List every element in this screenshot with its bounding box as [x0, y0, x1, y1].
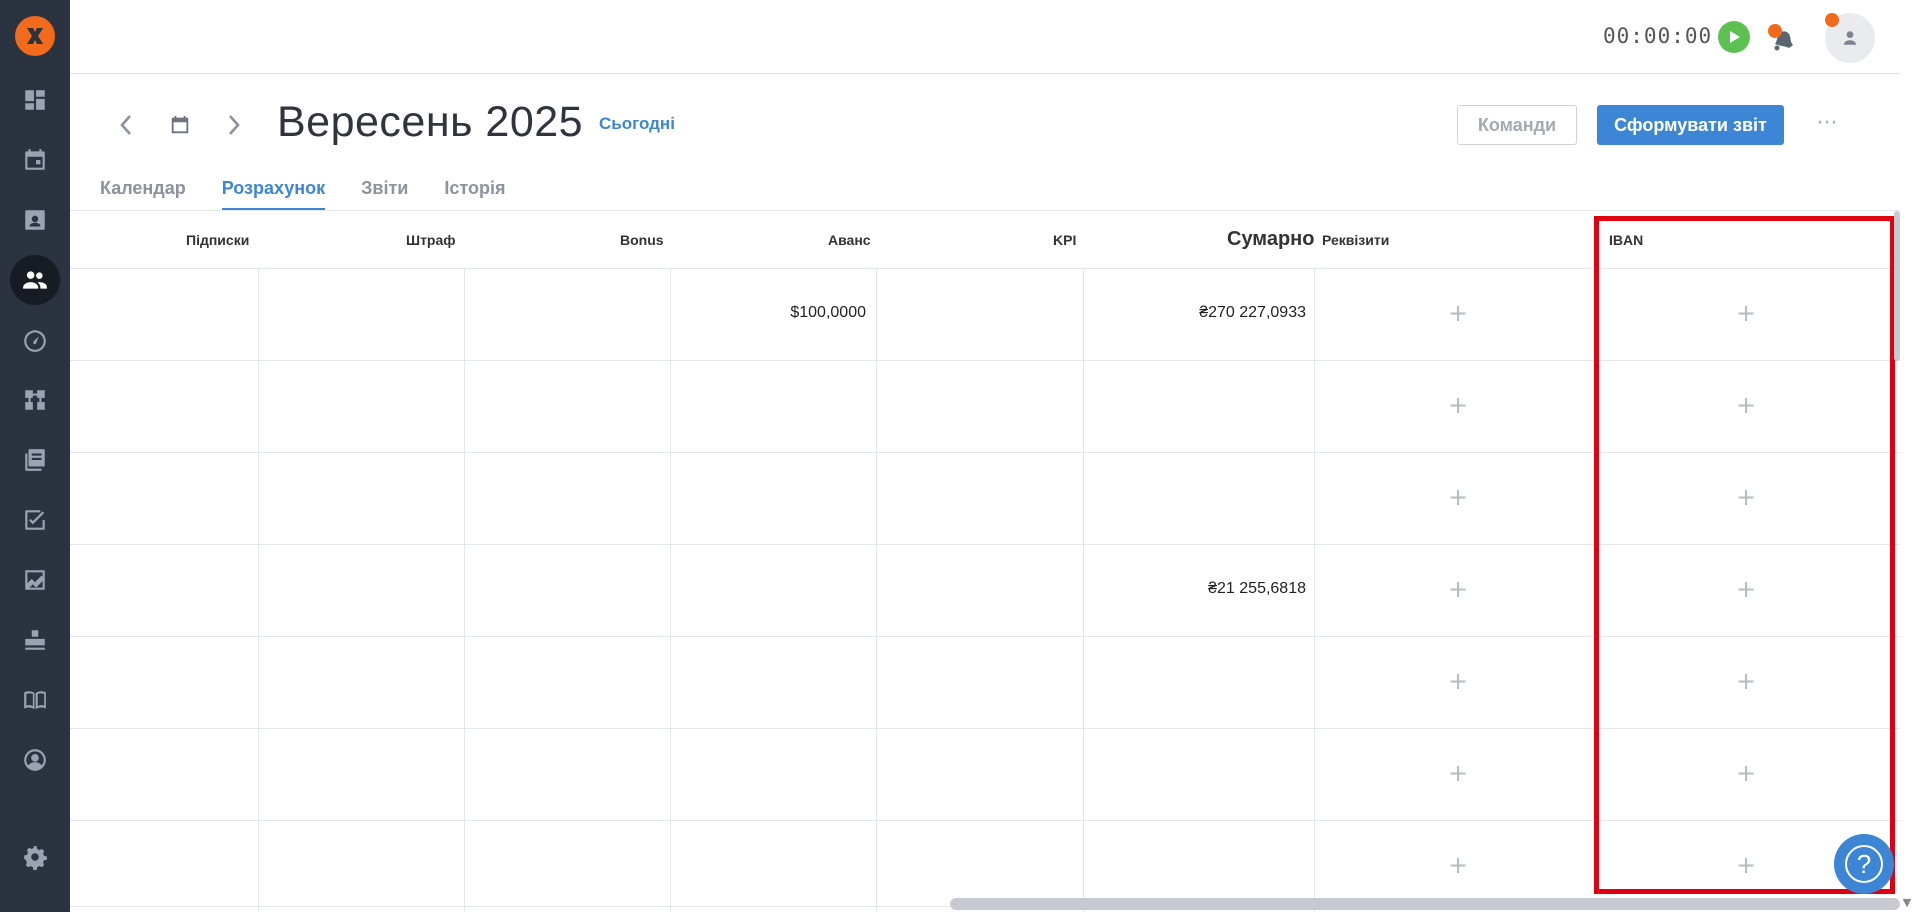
- sidebar-item-speedometer[interactable]: [10, 315, 60, 365]
- contacts-icon: [25, 210, 45, 230]
- generate-report-button[interactable]: Сформувати звіт: [1597, 105, 1784, 145]
- library-icon: [25, 449, 45, 471]
- chevron-left-icon: [120, 115, 131, 135]
- help-button[interactable]: ?: [1834, 834, 1894, 894]
- add-requisites-button[interactable]: +: [1448, 853, 1468, 877]
- notification-badge: [1768, 24, 1782, 38]
- time-tracker-display: 00:00:00: [1603, 24, 1713, 48]
- column-header-bonus: Bonus: [620, 231, 664, 248]
- sidebar-item-profile[interactable]: [10, 735, 60, 785]
- next-month-button[interactable]: [219, 110, 249, 140]
- tab-bar: Календар Розрахунок Звіти Історія: [100, 176, 541, 212]
- add-requisites-button[interactable]: +: [1448, 301, 1468, 325]
- sidebar-item-calendar[interactable]: [10, 135, 60, 185]
- profile-icon: [24, 749, 46, 771]
- speedometer-icon: [24, 330, 46, 352]
- add-requisites-button[interactable]: +: [1448, 485, 1468, 509]
- column-header-requisites: Реквізити: [1322, 231, 1390, 248]
- user-avatar[interactable]: [1825, 13, 1875, 63]
- tasks-icon: [25, 510, 45, 530]
- gear-icon: [24, 846, 47, 870]
- teams-button[interactable]: Команди: [1457, 105, 1577, 145]
- column-divider: [876, 268, 877, 912]
- question-mark-icon: ?: [1845, 845, 1883, 883]
- workflow-icon: [25, 390, 45, 410]
- page-title: Вересень 2025: [277, 98, 584, 146]
- column-header-total: Сумарно: [1227, 228, 1315, 250]
- sidebar-item-team[interactable]: [10, 255, 60, 305]
- avatar-status-badge: [1825, 13, 1839, 27]
- column-divider: [1083, 268, 1084, 912]
- sidebar-item-contacts[interactable]: [10, 195, 60, 245]
- add-requisites-button[interactable]: +: [1448, 393, 1468, 417]
- today-link[interactable]: Сьогодні: [599, 114, 675, 134]
- top-bar: 00:00:00: [70, 0, 1900, 74]
- column-header-penalty: Штраф: [406, 231, 456, 248]
- sidebar-item-tasks[interactable]: [10, 495, 60, 545]
- sidebar-item-warehouse[interactable]: [10, 615, 60, 665]
- column-divider: [1314, 268, 1315, 912]
- logo-icon: [27, 28, 43, 44]
- tab-calendar[interactable]: Календар: [100, 176, 186, 210]
- add-requisites-button[interactable]: +: [1448, 577, 1468, 601]
- boxes-icon: [25, 630, 45, 650]
- timer-play-button[interactable]: [1718, 21, 1750, 53]
- total-cell: ₴21 255,6818: [1208, 580, 1306, 597]
- vertical-scrollbar[interactable]: [1894, 211, 1900, 361]
- sidebar-item-knowledge[interactable]: [10, 675, 60, 725]
- book-icon: [24, 691, 46, 710]
- column-divider: [464, 268, 465, 912]
- app-logo[interactable]: [15, 16, 55, 56]
- tab-reports[interactable]: Звіти: [361, 176, 408, 210]
- sidebar-item-workflow[interactable]: [10, 375, 60, 425]
- horizontal-scrollbar[interactable]: [950, 898, 1900, 910]
- calendar-icon: [25, 149, 45, 170]
- sidebar: [0, 0, 70, 912]
- total-cell: ₴270 227,0933: [1199, 304, 1306, 321]
- previous-month-button[interactable]: [111, 110, 141, 140]
- more-options-button[interactable]: ···: [1812, 113, 1842, 138]
- scroll-down-arrow-icon[interactable]: ▼: [1900, 896, 1914, 910]
- chart-icon: [25, 570, 45, 590]
- dashboard-icon: [25, 90, 45, 110]
- tab-history[interactable]: Історія: [444, 176, 505, 210]
- iban-column-highlight: [1594, 216, 1895, 894]
- user-icon: [1844, 31, 1856, 45]
- chevron-right-icon: [229, 115, 240, 135]
- sidebar-item-settings[interactable]: [10, 832, 60, 882]
- sidebar-item-dashboard[interactable]: [10, 75, 60, 125]
- sidebar-item-analytics[interactable]: [10, 555, 60, 605]
- play-icon: [1730, 31, 1740, 43]
- add-requisites-button[interactable]: +: [1448, 669, 1468, 693]
- column-header-advance: Аванс: [828, 231, 871, 248]
- tab-calculation[interactable]: Розрахунок: [221, 176, 326, 210]
- column-divider: [670, 268, 671, 912]
- add-requisites-button[interactable]: +: [1448, 761, 1468, 785]
- team-icon: [23, 271, 47, 289]
- advance-cell: $100,0000: [790, 304, 866, 321]
- calendar-icon: [171, 115, 189, 134]
- sidebar-item-library[interactable]: [10, 435, 60, 485]
- column-header-kpi: KPI: [1053, 231, 1077, 248]
- notifications-button[interactable]: [1765, 22, 1799, 56]
- column-header-subscriptions: Підписки: [186, 231, 250, 248]
- column-divider: [258, 268, 259, 912]
- calendar-picker-button[interactable]: [165, 110, 195, 140]
